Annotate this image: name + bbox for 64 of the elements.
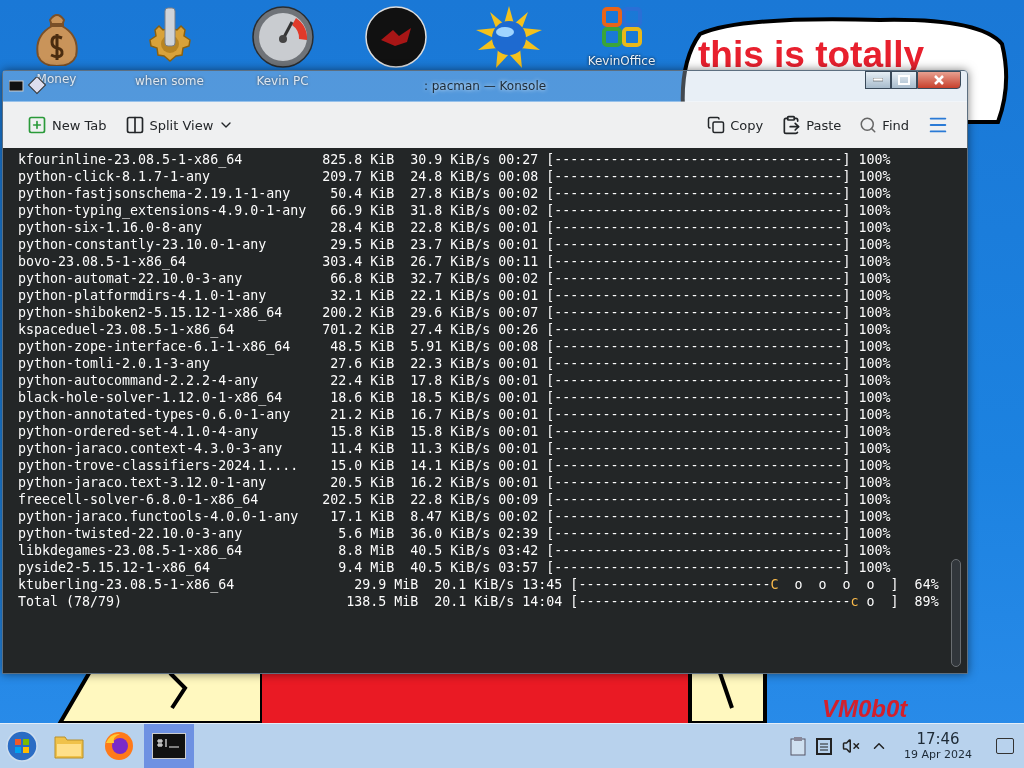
terminal-line: python-click-8.1.7-1-any 209.7 KiB 24.8 KiB/s 00:08 [------------------------------------] 100% [18,168,891,185]
minimize-button[interactable] [865,71,891,89]
start-orb-icon [6,730,38,762]
new-tab-button[interactable]: New Tab [21,111,113,139]
terminal-line: black-hole-solver-1.12.0-1-x86_64 18.6 KiB 18.5 KiB/s 00:01 [------------------------------------] 100% [18,389,891,406]
split-view-button[interactable]: Split View [118,111,241,139]
terminal-line: python-annotated-types-0.6.0-1-any 21.2 KiB 16.7 KiB/s 00:01 [------------------------------------] 100% [18,406,891,423]
bubble-text: this is totally [698,36,925,73]
copy-icon [707,116,726,134]
terminal-line: python-trove-classifiers-2024.1.... 15.0 KiB 14.1 KiB/s 00:01 [------------------------------------] 100% [18,457,891,474]
show-desktop-button[interactable] [996,738,1014,754]
terminal-line: python-jaraco.context-4.3.0-3-any 11.4 KiB 11.3 KiB/s 00:01 [------------------------------------] 100% [18,440,891,457]
folder-icon [54,733,84,759]
terminal-line: python-typing_extensions-4.9.0-1-any 66.9 KiB 31.8 KiB/s 00:02 [------------------------------------] 100% [18,202,891,219]
split-view-icon [124,115,145,135]
gauge-icon [251,6,314,68]
find-button[interactable]: Find [853,112,915,138]
terminal-line: python-shiboken2-5.15.12-1-x86_64 200.2 KiB 29.6 KiB/s 00:07 [------------------------------------] 100% [18,304,891,321]
signature-text: VM0b0t [822,695,908,723]
terminal-line: python-constantly-23.10.0-1-any 29.5 KiB 23.7 KiB/s 00:01 [------------------------------------] 100% [18,236,891,253]
new-tab-icon [27,115,47,135]
terminal-line: libkdegames-23.08.5-1-x86_64 8.8 MiB 40.5 KiB/s 03:42 [------------------------------------] 100% [18,542,891,559]
notes-icon [816,737,832,755]
terminal-line: kspaceduel-23.08.5-1-x86_64 701.2 KiB 27.4 KiB/s 00:26 [------------------------------------] 100% [18,321,891,338]
terminal-line: Total (78/79) 138.5 MiB 20.1 KiB/s 14:04 [----------------------------------c o ] 89% [18,593,939,610]
terminal-line: ktuberling-23.08.5-1-x86_64 29.9 MiB 20.1 KiB/s 13:45 [------------------------C o o o o ] 64% [18,576,939,593]
maximize-icon [898,75,910,85]
terminal-line: python-autocommand-2.2.2-4-any 22.4 KiB 17.8 KiB/s 00:01 [------------------------------------] 100% [18,372,891,389]
terminal-line: python-platformdirs-4.1.0-1-any 32.1 KiB 22.1 KiB/s 00:01 [------------------------------------] 100% [18,287,891,304]
maximize-button[interactable] [891,71,917,89]
window-title: : pacman — Konsole [423,79,547,93]
disc-icon [364,6,427,68]
terminal-line: python-twisted-22.10.0-3-any 5.6 MiB 36.0 KiB/s 02:39 [------------------------------------] 100% [18,525,891,542]
muted-speaker-icon[interactable] [842,737,860,755]
clock[interactable]: 17:46 19 Apr 2024 [898,731,978,761]
close-icon [933,75,945,85]
terminal-line: python-jaraco.text-3.12.0-1-any 20.5 KiB 16.2 KiB/s 00:01 [------------------------------------] 100% [18,474,891,491]
terminal-line: python-zope-interface-6.1-1-x86_64 48.5 KiB 5.91 KiB/s 00:08 [------------------------------------] 100% [18,338,891,355]
sun-globe-icon [475,6,542,70]
search-icon [859,116,878,134]
paste-icon [781,115,802,135]
firefox-icon [104,731,134,761]
office-logo-icon [600,6,643,48]
terminal-line: python-tomli-2.0.1-3-any 27.6 KiB 22.3 KiB/s 00:01 [------------------------------------] 100% [18,355,891,372]
terminal-line: python-automat-22.10.0-3-any 66.8 KiB 32.7 KiB/s 00:02 [------------------------------------] 100% [18,270,891,287]
terminal-line: python-ordered-set-4.1.0-4-any 15.8 KiB 15.8 KiB/s 00:01 [------------------------------------] 100% [18,423,891,440]
clock-time: 17:46 [916,731,960,748]
clipboard-icon [790,736,806,756]
terminal-line: pyside2-5.15.12-1-x86_64 9.4 MiB 40.5 KiB/s 03:57 [------------------------------------] 100% [18,559,891,576]
clock-date: 19 Apr 2024 [904,748,972,761]
terminal-line: python-jaraco.functools-4.0.0-1-any 17.1 KiB 8.47 KiB/s 00:02 [------------------------------------] 100% [18,508,891,525]
terminal-line: python-six-1.16.0-8-any 28.4 KiB 22.8 KiB/s 00:01 [------------------------------------] 100% [18,219,891,236]
minimize-icon [873,78,883,82]
close-button[interactable] [917,71,961,89]
terminal-line: bovo-23.08.5-1-x86_64 303.4 KiB 26.7 KiB/s 00:11 [------------------------------------] 100% [18,253,891,270]
paste-button[interactable]: Paste [775,111,848,139]
terminal-line: freecell-solver-6.8.0-1-x86_64 202.5 KiB 22.8 KiB/s 00:09 [------------------------------------] 100% [18,491,891,508]
taskbar-app[interactable] [144,724,194,768]
terminal-line: python-fastjsonschema-2.19.1-1-any 50.4 KiB 27.8 KiB/s 00:02 [------------------------------------] 100% [18,185,891,202]
terminal-icon [152,733,186,759]
copy-button[interactable]: Copy [701,112,770,138]
desktop-icon-label[interactable]: KevinOffice [587,54,656,68]
terminal-line: kfourinline-23.08.5-1-x86_64 825.8 KiB 30.9 KiB/s 00:27 [------------------------------------] 100% [18,151,891,168]
scrollbar-thumb[interactable] [951,559,961,667]
